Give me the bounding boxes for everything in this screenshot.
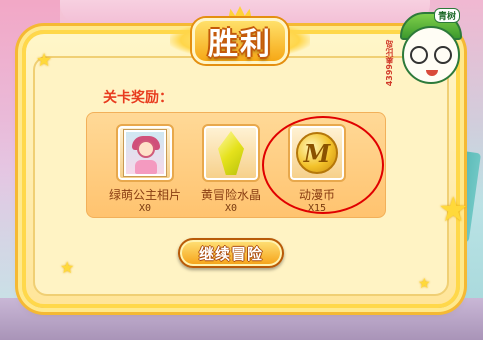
continue-adventure-label: 继续冒险 [198, 244, 263, 263]
glasses-icon [410, 46, 454, 64]
reward-item-photo: 绿萌公主相片 X0 [102, 124, 188, 214]
reward-count: X0 [224, 203, 238, 214]
star-icon: ★ [60, 258, 75, 277]
victory-title: 胜利 [208, 27, 272, 62]
reward-slot [116, 124, 174, 182]
reward-slot [202, 124, 260, 182]
site-logo: 4399奥比岛 青树 [384, 2, 476, 94]
reward-name: 黄冒险水晶 [200, 188, 261, 202]
stage-reward-label: 关卡奖励： [103, 90, 173, 106]
continue-adventure-button[interactable]: 继续冒险 [178, 238, 284, 268]
reward-item-crystal: 黄冒险水晶 X0 [188, 124, 274, 214]
logo-text: 4399奥比岛 [385, 40, 394, 87]
title-plate: 胜利 [192, 18, 288, 64]
star-icon: ★ [438, 190, 469, 230]
reward-count: X0 [138, 203, 152, 214]
red-highlight-circle [262, 116, 384, 214]
princess-photo-icon [124, 130, 166, 176]
yellow-crystal-icon [218, 131, 244, 175]
reward-name: 绿萌公主相片 [108, 188, 181, 202]
logo-tag: 青树 [434, 8, 461, 23]
star-icon: ★ [36, 50, 53, 71]
star-icon: ★ [418, 276, 431, 292]
victory-title-badge: 胜利 [170, 6, 310, 68]
